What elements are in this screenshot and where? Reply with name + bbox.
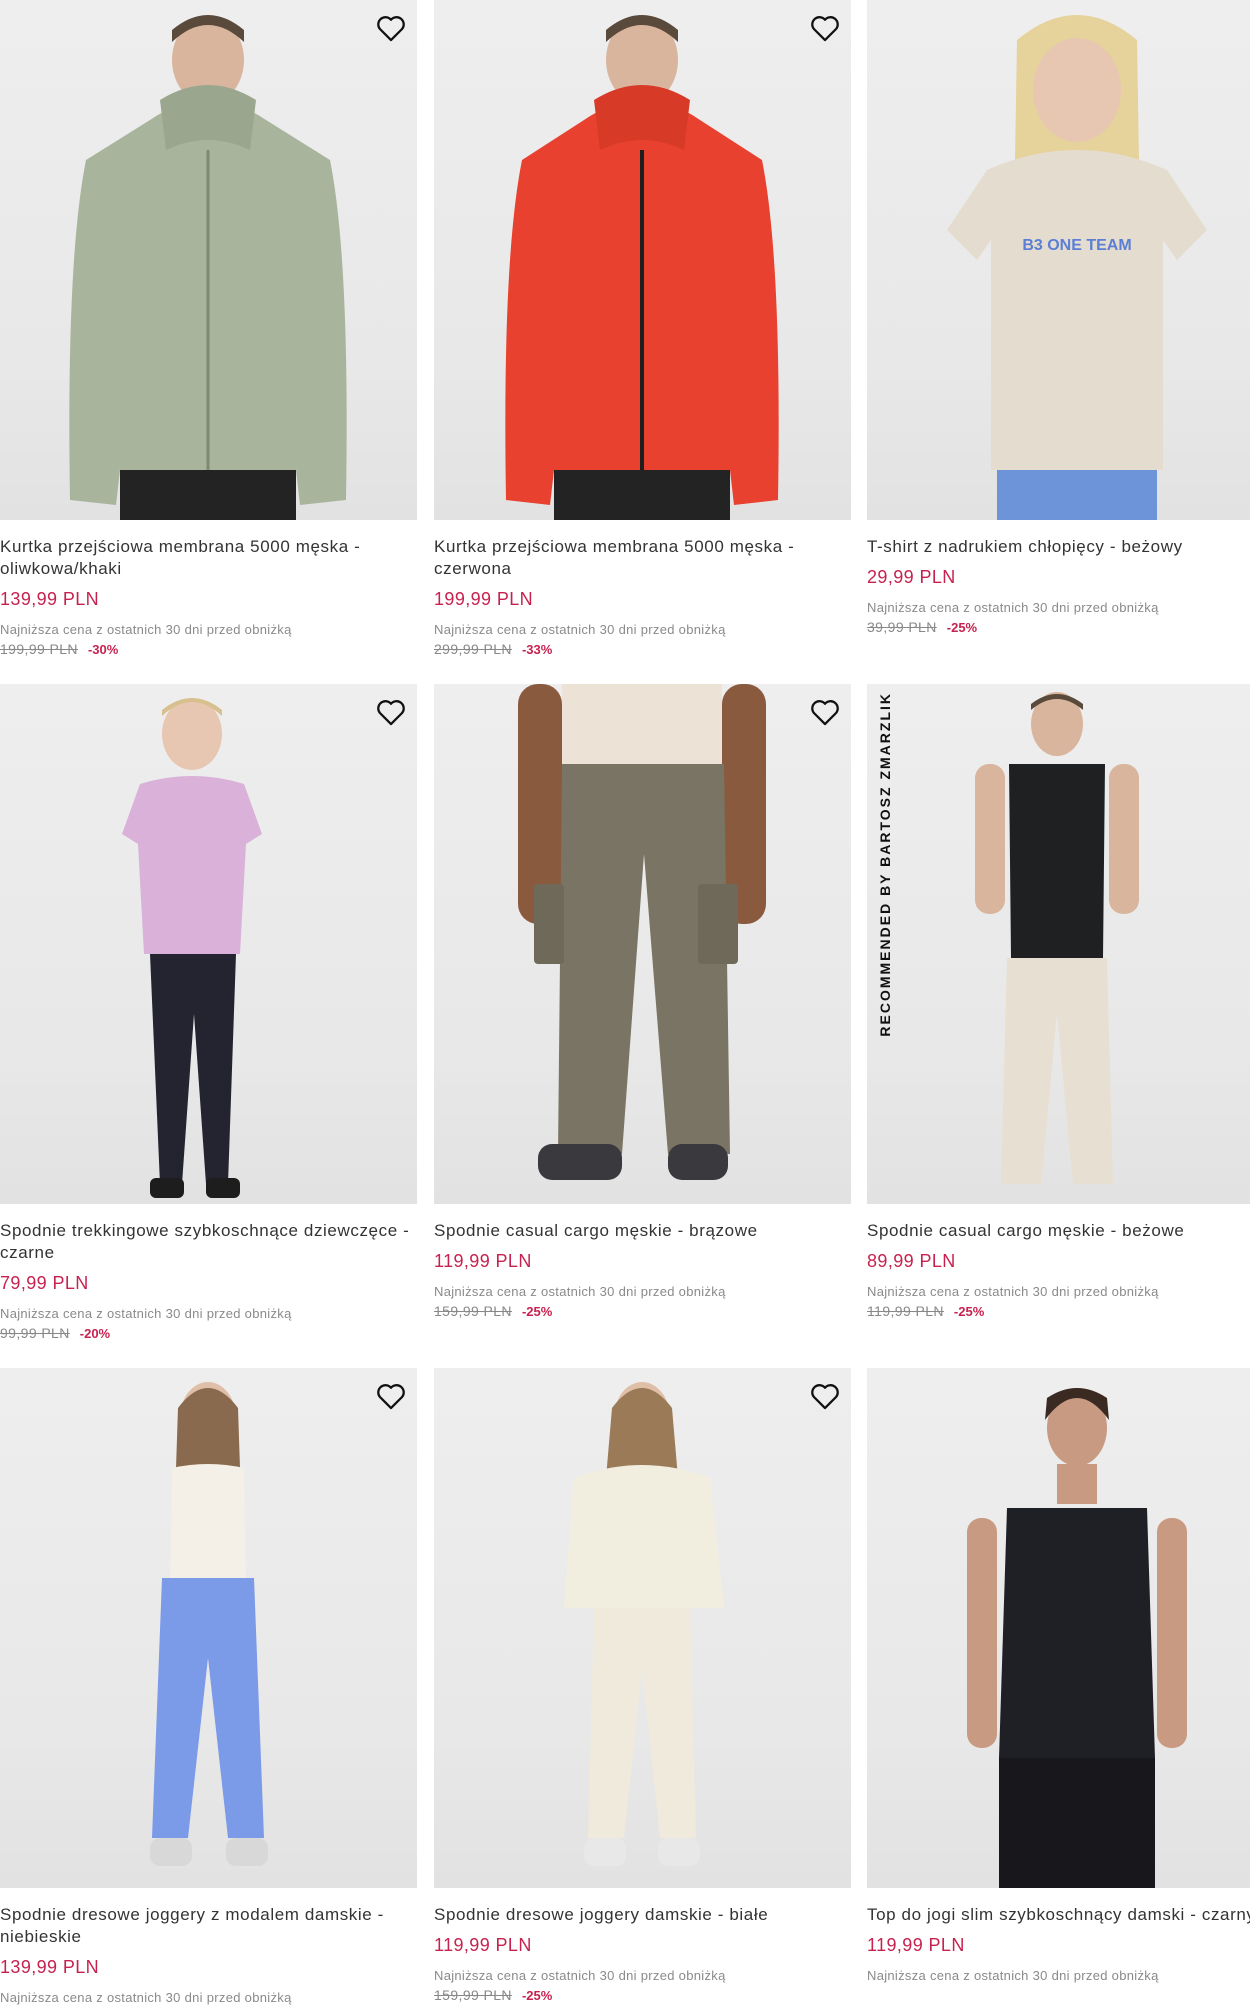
heart-outline-icon — [377, 700, 405, 726]
product-photo-girl-pink-tee — [122, 698, 262, 1198]
old-price: 159,99 PLN — [434, 1987, 512, 2003]
product-title[interactable]: Spodnie casual cargo męskie - beżowe — [867, 1220, 1250, 1242]
product-card[interactable]: B3 ONE TEAM T-shirt z nadrukiem chłopięc… — [867, 0, 1250, 635]
product-card[interactable]: RECOMMENDED BY BARTOSZ ZMARZLIK Spodnie … — [867, 684, 1250, 1319]
product-title[interactable]: Top do jogi slim szybkoschnący damski - … — [867, 1904, 1250, 1926]
heart-outline-icon — [811, 1384, 839, 1410]
product-photo-brown-cargo-pants — [518, 684, 766, 1180]
product-title[interactable]: Kurtka przejściowa membrana 5000 męska -… — [0, 536, 410, 580]
product-image[interactable] — [0, 1368, 417, 1888]
discount-badge: -30% — [87, 642, 119, 657]
product-image[interactable] — [0, 684, 417, 1204]
product-grid: Kurtka przejściowa membrana 5000 męska -… — [0, 0, 1250, 2014]
product-title[interactable]: Spodnie dresowe joggery z modalem damski… — [0, 1904, 410, 1948]
discount-badge: -25% — [521, 1988, 553, 2003]
heart-outline-icon — [811, 700, 839, 726]
discount-badge: -25% — [521, 1304, 553, 1319]
lowest-price-note: Najniższa cena z ostatnich 30 dni przed … — [867, 1284, 1159, 1299]
product-photo-woman-white-joggers — [564, 1382, 724, 1866]
product-photo-woman-black-yoga-top — [967, 1388, 1187, 1888]
discount-badge: -20% — [79, 1326, 111, 1341]
product-photo-boy-tshirt: B3 ONE TEAM — [947, 15, 1207, 520]
product-image[interactable] — [867, 1368, 1250, 1888]
wishlist-button[interactable] — [807, 1378, 843, 1414]
product-title[interactable]: Spodnie casual cargo męskie - brązowe — [434, 1220, 844, 1242]
product-card[interactable]: Kurtka przejściowa membrana 5000 męska -… — [434, 0, 851, 657]
product-card[interactable]: Spodnie dresowe joggery z modalem damski… — [0, 1368, 417, 2005]
old-price: 199,99 PLN — [0, 641, 78, 657]
old-price: 99,99 PLN — [0, 1325, 70, 1341]
wishlist-button[interactable] — [807, 694, 843, 730]
product-price: 79,99 PLN — [0, 1273, 89, 1293]
product-image[interactable] — [434, 684, 851, 1204]
product-card[interactable]: Kurtka przejściowa membrana 5000 męska -… — [0, 0, 417, 657]
product-price: 29,99 PLN — [867, 567, 956, 587]
product-card[interactable]: Spodnie dresowe joggery damskie - białe … — [434, 1368, 851, 2003]
product-photo-man-olive-jacket — [69, 15, 347, 520]
lowest-price-note: Najniższa cena z ostatnich 30 dni przed … — [434, 1284, 726, 1299]
lowest-price-note: Najniższa cena z ostatnich 30 dni przed … — [434, 622, 726, 637]
lowest-price-note: Najniższa cena z ostatnich 30 dni przed … — [867, 600, 1159, 615]
product-image[interactable] — [0, 0, 417, 520]
discount-badge: -33% — [521, 642, 553, 657]
product-price: 139,99 PLN — [0, 1957, 100, 1977]
product-card[interactable]: Top do jogi slim szybkoschnący damski - … — [867, 1368, 1250, 1983]
discount-badge: -25% — [953, 1304, 985, 1319]
product-price: 119,99 PLN — [434, 1935, 532, 1955]
lowest-price-note: Najniższa cena z ostatnich 30 dni przed … — [0, 1306, 292, 1321]
old-price: 299,99 PLN — [434, 641, 512, 657]
product-image[interactable] — [434, 1368, 851, 1888]
product-image[interactable]: B3 ONE TEAM — [867, 0, 1250, 520]
old-price: 39,99 PLN — [867, 619, 937, 635]
product-title[interactable]: Kurtka przejściowa membrana 5000 męska -… — [434, 536, 844, 580]
product-card[interactable]: Spodnie casual cargo męskie - brązowe 11… — [434, 684, 851, 1319]
lowest-price-note: Najniższa cena z ostatnich 30 dni przed … — [0, 1990, 292, 2005]
wishlist-button[interactable] — [373, 694, 409, 730]
heart-outline-icon — [377, 1384, 405, 1410]
product-price: 119,99 PLN — [434, 1251, 532, 1271]
product-price: 89,99 PLN — [867, 1251, 956, 1271]
product-title[interactable]: Spodnie trekkingowe szybkoschnące dziewc… — [0, 1220, 410, 1264]
wishlist-button[interactable] — [807, 10, 843, 46]
wishlist-button[interactable] — [373, 1378, 409, 1414]
discount-badge: -25% — [946, 620, 978, 635]
wishlist-button[interactable] — [373, 10, 409, 46]
tshirt-print-text: B3 ONE TEAM — [1022, 237, 1131, 254]
product-image[interactable] — [434, 0, 851, 520]
product-photo-woman-blue-joggers — [150, 1382, 268, 1866]
lowest-price-note: Najniższa cena z ostatnich 30 dni przed … — [0, 622, 292, 637]
recommended-badge: RECOMMENDED BY BARTOSZ ZMARZLIK — [877, 692, 893, 1037]
lowest-price-note: Najniższa cena z ostatnich 30 dni przed … — [867, 1968, 1159, 1983]
product-price: 119,99 PLN — [867, 1935, 965, 1955]
product-title[interactable]: Spodnie dresowe joggery damskie - białe — [434, 1904, 844, 1926]
old-price: 119,99 PLN — [867, 1303, 944, 1319]
product-title[interactable]: T-shirt z nadrukiem chłopięcy - beżowy — [867, 536, 1250, 558]
old-price: 159,99 PLN — [434, 1303, 512, 1319]
lowest-price-note: Najniższa cena z ostatnich 30 dni przed … — [434, 1968, 726, 1983]
product-card[interactable]: Spodnie trekkingowe szybkoschnące dziewc… — [0, 684, 417, 1341]
heart-outline-icon — [811, 16, 839, 42]
product-photo-beige-cargo-pants — [975, 692, 1139, 1184]
product-price: 199,99 PLN — [434, 589, 534, 609]
product-image[interactable]: RECOMMENDED BY BARTOSZ ZMARZLIK — [867, 684, 1250, 1204]
heart-outline-icon — [377, 16, 405, 42]
product-price: 139,99 PLN — [0, 589, 100, 609]
product-photo-man-red-jacket — [505, 15, 779, 520]
